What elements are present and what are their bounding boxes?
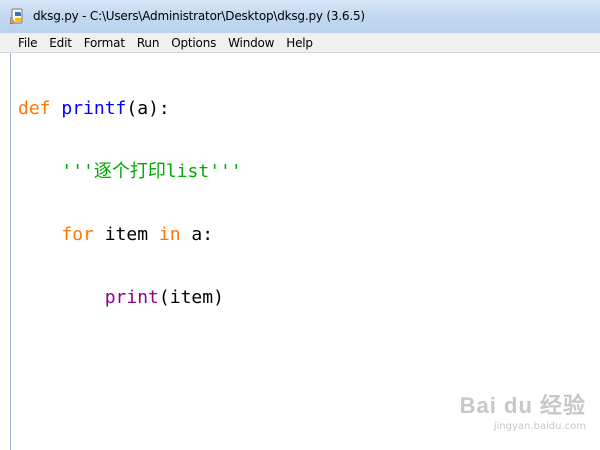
keyword-def: def xyxy=(18,98,51,119)
title-bar[interactable]: dksg.py - C:\Users\Administrator\Desktop… xyxy=(0,0,600,33)
watermark-logo: Bai du 经验 xyxy=(459,393,586,418)
loop-iterable: a: xyxy=(180,224,214,245)
docstring: '''逐个打印list''' xyxy=(61,161,242,182)
menu-help[interactable]: Help xyxy=(280,36,319,50)
builtin-print: print xyxy=(104,287,159,308)
menu-options[interactable]: Options xyxy=(165,36,222,50)
menu-run[interactable]: Run xyxy=(131,36,165,50)
window-title: dksg.py - C:\Users\Administrator\Desktop… xyxy=(33,9,365,23)
python-idle-icon xyxy=(9,8,23,25)
keyword-for: for xyxy=(61,224,94,245)
loop-variable: item xyxy=(93,224,159,245)
function-params: (a): xyxy=(126,98,170,119)
keyword-in: in xyxy=(158,224,181,245)
watermark-url: jingyan.baidu.com xyxy=(493,421,586,432)
code-line-4: print(item) xyxy=(18,287,242,308)
code-line-1: def printf(a): xyxy=(18,98,242,119)
menu-format[interactable]: Format xyxy=(78,36,131,50)
baidu-jingyan-watermark: Bai du 经验 jingyan.baidu.com xyxy=(460,388,586,432)
code-line-2: '''逐个打印list''' xyxy=(18,161,242,182)
print-args: (item) xyxy=(158,287,224,308)
menu-window[interactable]: Window xyxy=(222,36,280,50)
code-line-3: for item in a: xyxy=(18,224,242,245)
menu-bar: File Edit Format Run Options Window Help xyxy=(0,33,600,53)
menu-edit[interactable]: Edit xyxy=(43,36,77,50)
menu-file[interactable]: File xyxy=(12,36,43,50)
function-name: printf xyxy=(61,98,127,119)
code-text[interactable]: def printf(a): '''逐个打印list''' for item i… xyxy=(18,56,242,350)
